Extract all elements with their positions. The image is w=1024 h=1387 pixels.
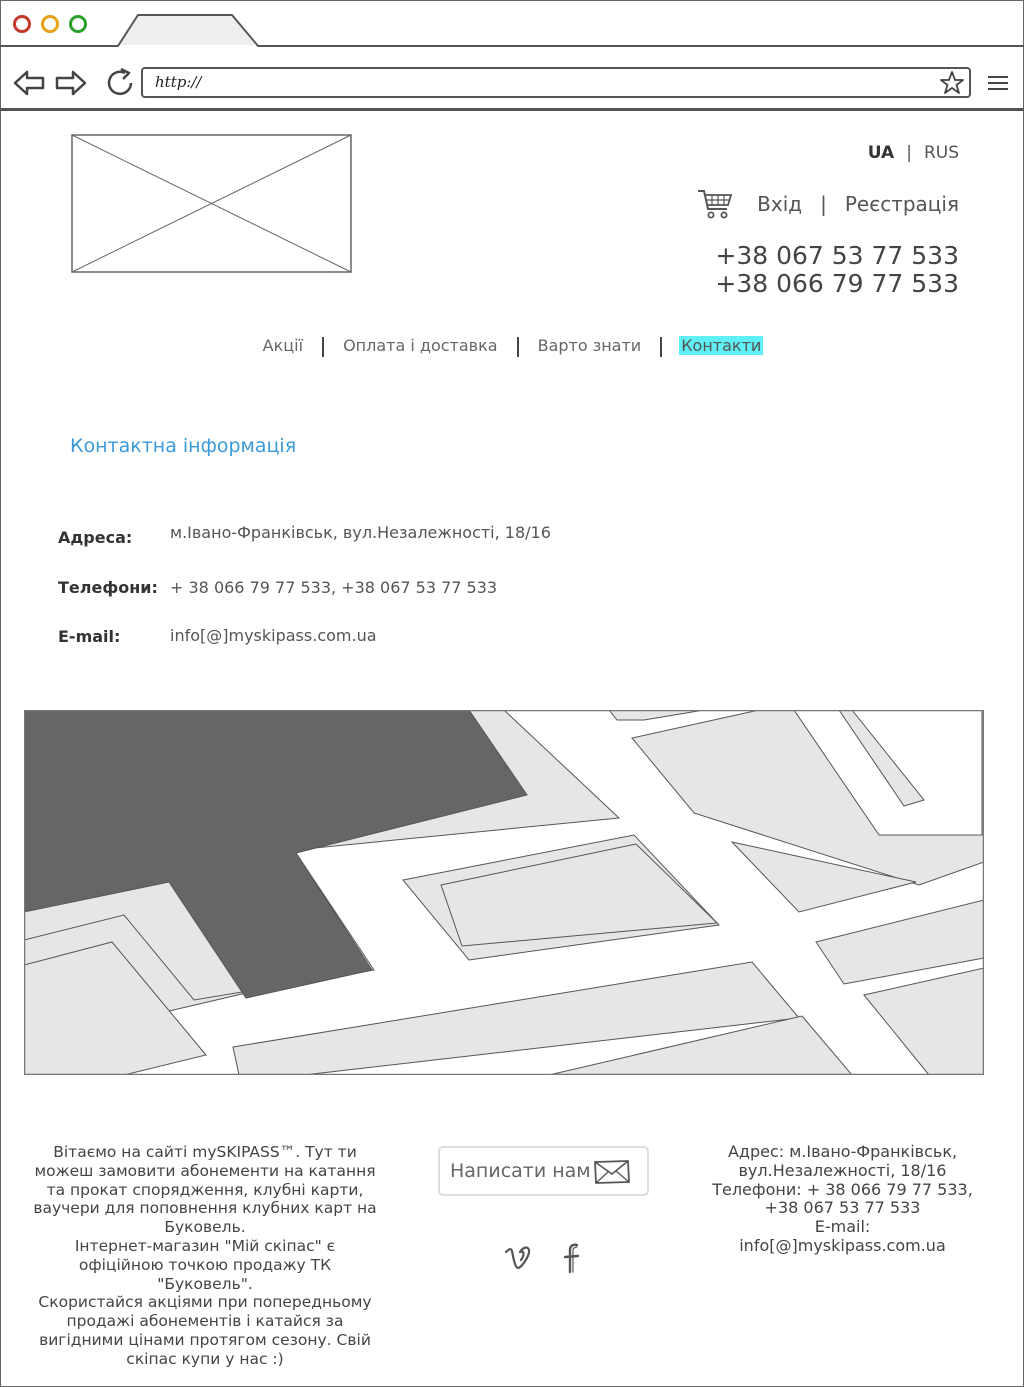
envelope-icon bbox=[594, 1160, 630, 1184]
footer-contact-line: Телефони: + 38 066 79 77 533, bbox=[712, 1179, 973, 1199]
footer-about-line: скіпас купи у нас :) bbox=[126, 1349, 284, 1368]
facebook-icon[interactable] bbox=[558, 1242, 588, 1274]
logo-placeholder[interactable] bbox=[71, 134, 352, 273]
login-link[interactable]: Вхід bbox=[757, 192, 802, 216]
phone-number-1[interactable]: +38 067 53 77 533 bbox=[715, 242, 959, 270]
page-title: Контактна інформація bbox=[70, 435, 297, 457]
language-switcher: UA | RUS bbox=[868, 143, 959, 163]
footer-contact-line: +38 067 53 77 533 bbox=[764, 1198, 921, 1218]
footer-about-line: Буковель. bbox=[164, 1218, 246, 1237]
footer-about-line: ваучери для поповнення клубних карт на bbox=[33, 1199, 377, 1218]
menu-separator bbox=[516, 336, 519, 357]
register-link[interactable]: Реєстрація bbox=[845, 192, 959, 216]
forward-icon[interactable] bbox=[54, 66, 88, 100]
main-menu: Акції Оплата і доставка Варто знати Контакт… bbox=[0, 336, 1024, 357]
phones-label: Телефони: bbox=[58, 578, 158, 597]
menu-separator bbox=[660, 336, 663, 357]
menu-item-payment-delivery[interactable]: Оплата і доставка bbox=[341, 336, 500, 355]
footer-contact-line: вул.Незалежності, 18/16 bbox=[738, 1160, 947, 1180]
header-phones: +38 067 53 77 533 +38 066 79 77 533 bbox=[715, 242, 959, 298]
map[interactable] bbox=[24, 710, 984, 1075]
footer-about-line: Вітаємо на сайті mySKIPASS™. Тут ти bbox=[53, 1143, 357, 1161]
back-icon[interactable] bbox=[12, 66, 46, 100]
url-text[interactable]: http:// bbox=[155, 73, 201, 91]
footer-about-line: продажі абонементів і катайся за bbox=[66, 1312, 344, 1331]
browser-chrome: http:// bbox=[0, 0, 1024, 113]
email-value[interactable]: info[@]myskipass.com.ua bbox=[170, 626, 377, 645]
phone-number-2[interactable]: +38 066 79 77 533 bbox=[715, 270, 959, 298]
bookmark-star-icon[interactable] bbox=[939, 70, 965, 96]
footer-about-line: Інтернет-магазин "Мій скіпас" є bbox=[74, 1236, 336, 1255]
write-us-label: Написати нам bbox=[450, 1160, 591, 1182]
footer-contact-line: E-mail: bbox=[814, 1217, 871, 1237]
footer-about-line: та прокат спорядження, клубні карти, bbox=[46, 1180, 364, 1199]
footer-about-text: Вітаємо на сайті mySKIPASS™. Тут ти може… bbox=[30, 1143, 380, 1369]
chrome-divider bbox=[0, 108, 1024, 111]
lang-ua-link[interactable]: UA bbox=[868, 143, 894, 163]
footer-contact-info: Адрес: м.Івано-Франківськ, вул.Незалежно… bbox=[700, 1142, 985, 1256]
address-bar[interactable]: http:// bbox=[141, 67, 971, 98]
account-separator: | bbox=[820, 192, 827, 216]
reload-icon[interactable] bbox=[103, 66, 137, 100]
lang-rus-link[interactable]: RUS bbox=[924, 143, 959, 163]
footer-about-line: офіційною точкою продажу ТК "Буковель". bbox=[78, 1255, 332, 1293]
browser-tab[interactable] bbox=[0, 10, 1024, 50]
write-us-button[interactable]: Написати нам bbox=[438, 1146, 649, 1196]
lang-separator: | bbox=[906, 143, 912, 163]
email-label: E-mail: bbox=[58, 627, 121, 646]
account-bar: Вхід | Реєстрація bbox=[697, 188, 959, 220]
hamburger-menu-icon[interactable] bbox=[988, 74, 1008, 92]
vimeo-icon[interactable] bbox=[503, 1242, 533, 1274]
menu-separator bbox=[322, 336, 325, 357]
footer-about-line: Скористайся акціями при попередньому bbox=[38, 1293, 372, 1312]
footer-contact-line[interactable]: info[@]myskipass.com.ua bbox=[700, 1236, 985, 1256]
phones-value: + 38 066 79 77 533, +38 067 53 77 533 bbox=[170, 578, 498, 597]
footer-about-line: вигідними цінами протягом сезону. Свій bbox=[39, 1330, 371, 1349]
menu-item-promotions[interactable]: Акції bbox=[261, 336, 305, 355]
address-label: Адреса: bbox=[58, 528, 133, 547]
cart-icon[interactable] bbox=[697, 188, 733, 220]
menu-item-good-to-know[interactable]: Варто знати bbox=[536, 336, 644, 355]
footer-about-line: можеш замовити абонементи на катання bbox=[34, 1161, 376, 1180]
menu-item-contacts[interactable]: Контакти bbox=[679, 336, 764, 355]
footer-contact-line: Адрес: м.Івано-Франківськ, bbox=[727, 1142, 958, 1161]
address-value: м.Івано-Франківськ, вул.Незалежності, 18… bbox=[170, 523, 551, 542]
